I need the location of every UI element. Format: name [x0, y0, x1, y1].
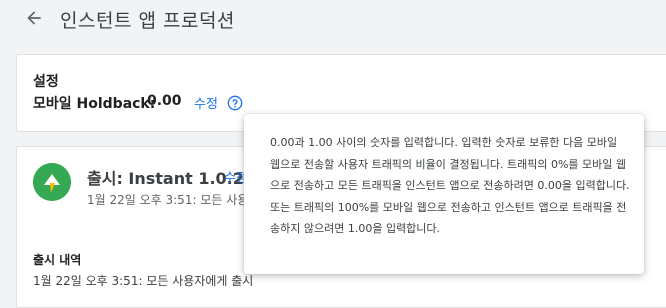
release-notes-heading: 출시 내역: [33, 253, 82, 267]
arrow-back-icon[interactable]: [24, 8, 44, 28]
settings-heading: 설정: [33, 74, 59, 90]
help-circle-icon[interactable]: [227, 95, 243, 111]
release-notes-text: 1월 22일 오후 3:51: 모든 사용자에게 출시: [33, 274, 254, 288]
page-title: 인스턴트 앱 프로덕션: [60, 10, 235, 32]
page-header: 인스턴트 앱 프로덕션: [0, 0, 666, 42]
holdback-help-tooltip: 0.00과 1.00 사이의 숫자를 입력합니다. 입력한 숫자로 보류한 다음…: [244, 114, 644, 274]
release-subtitle: 1월 22일 오후 3:51: 모든 사용자: [87, 193, 260, 207]
edit-holdback-link[interactable]: 수정: [194, 93, 218, 112]
release-title: 출시: Instant 1.0.2: [87, 169, 244, 188]
holdback-label: 모바일 Holdback:: [33, 96, 156, 112]
holdback-value: 0.00: [147, 93, 182, 109]
instant-app-icon: [33, 163, 71, 201]
